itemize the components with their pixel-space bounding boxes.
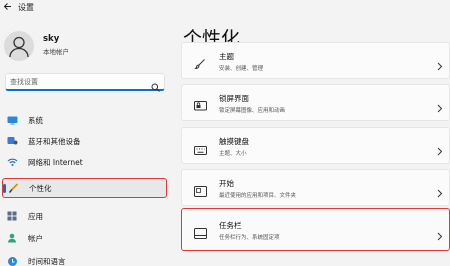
card-lock-screen[interactable]: 锁屏界面 锁定屏幕图像、应用和动画 (181, 84, 450, 121)
card-subtitle: 最近使用的应用和项目、文件夹 (219, 193, 297, 199)
sidebar: sky 本地帐户 系统 蓝牙和其他设备 网络和 Internet 个性化 (0, 14, 172, 266)
sidebar-item-system[interactable]: 系统 (2, 110, 167, 130)
wifi-icon (6, 156, 18, 168)
back-arrow-icon[interactable] (3, 2, 12, 13)
start-menu-icon (194, 182, 207, 201)
taskbar-icon (194, 224, 207, 243)
user-name: sky (43, 34, 60, 44)
sidebar-item-accounts[interactable]: 帐户 (2, 228, 167, 248)
sidebar-item-label: 帐户 (28, 233, 43, 243)
sidebar-item-network[interactable]: 网络和 Internet (2, 152, 167, 172)
card-title: 开始 (219, 179, 234, 188)
sidebar-item-time-language[interactable]: 时间和语言 (2, 251, 167, 266)
card-title: 主题 (219, 52, 234, 61)
avatar[interactable] (4, 31, 34, 61)
card-taskbar[interactable]: 任务栏 任务栏行为、系统固定项 (181, 208, 450, 251)
monitor-icon (6, 114, 18, 126)
account-icon (6, 232, 18, 244)
window-title: 设置 (18, 3, 34, 12)
globe-clock-icon (6, 255, 18, 266)
card-title: 触摸键盘 (219, 137, 249, 146)
sidebar-item-label: 蓝牙和其他设备 (28, 136, 81, 146)
selection-indicator (3, 184, 6, 193)
account-type: 本地帐户 (43, 48, 69, 56)
sidebar-item-label: 应用 (28, 211, 43, 221)
title-bar: 设置 (0, 0, 450, 14)
card-subtitle: 锁定屏幕图像、应用和动画 (219, 108, 286, 114)
card-title: 锁屏界面 (219, 94, 249, 103)
chevron-right-icon (437, 56, 443, 75)
card-touch-keyboard[interactable]: 触摸键盘 主题、大小 (181, 127, 450, 164)
card-start[interactable]: 开始 最近使用的应用和项目、文件夹 (181, 169, 450, 206)
brush-icon (7, 182, 19, 194)
apps-icon (6, 210, 18, 222)
card-title: 任务栏 (219, 221, 242, 230)
card-subtitle: 主题、大小 (219, 151, 247, 157)
card-subtitle: 安装、创建、管理 (219, 66, 264, 72)
chevron-right-icon (437, 141, 443, 160)
sidebar-item-personalization[interactable]: 个性化 (2, 178, 167, 198)
sidebar-item-label: 时间和语言 (28, 256, 66, 266)
card-themes[interactable]: 主题 安装、创建、管理 (181, 42, 450, 79)
user-icon (9, 36, 29, 58)
keyboard-icon (194, 140, 207, 159)
chevron-right-icon (437, 226, 443, 245)
card-subtitle: 任务栏行为、系统固定项 (219, 235, 280, 241)
paintbrush-icon (194, 55, 206, 74)
bluetooth-devices-icon (6, 135, 18, 147)
chevron-right-icon (437, 183, 443, 202)
search-icon[interactable] (151, 77, 160, 96)
sidebar-item-label: 个性化 (29, 183, 52, 193)
search-box[interactable] (5, 73, 165, 92)
sidebar-item-bluetooth[interactable]: 蓝牙和其他设备 (2, 131, 167, 151)
sidebar-item-apps[interactable]: 应用 (2, 206, 167, 226)
sidebar-item-label: 系统 (28, 115, 43, 125)
chevron-right-icon (437, 98, 443, 117)
search-input[interactable] (6, 74, 146, 89)
sidebar-item-label: 网络和 Internet (28, 157, 83, 167)
lock-screen-icon (194, 97, 207, 116)
